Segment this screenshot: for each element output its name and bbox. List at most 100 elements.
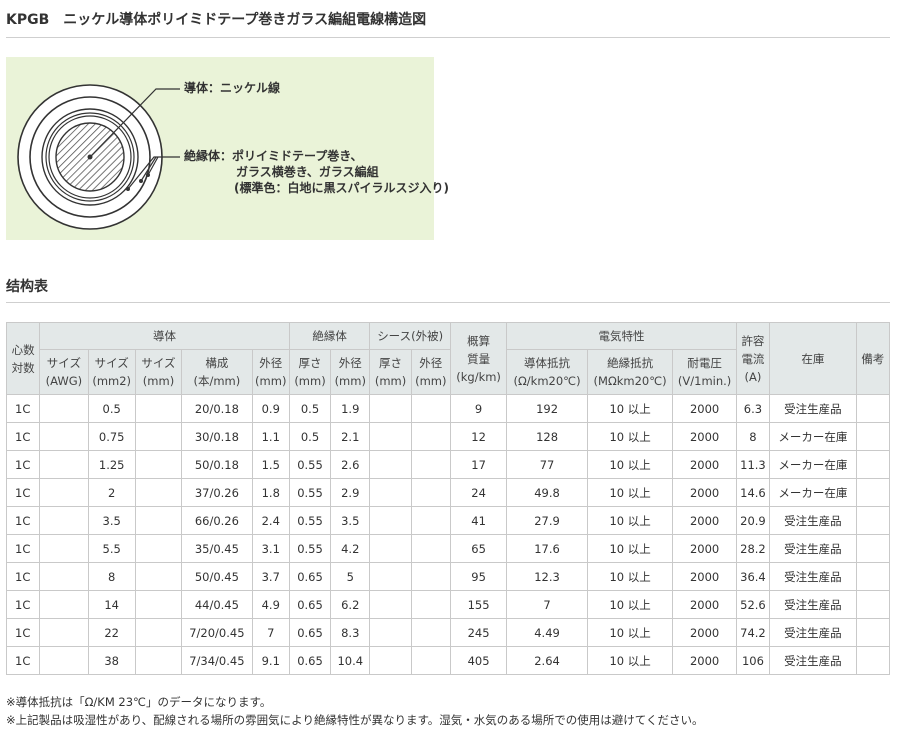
- cell-size-awg: [39, 506, 89, 535]
- header-current: 許容 電流 (A): [735, 322, 771, 395]
- header-electrical: 電気特性: [506, 322, 737, 350]
- cell-insulation-thickness: 0.65: [288, 562, 332, 591]
- cell-voltage: 2000: [672, 646, 737, 675]
- cell-conductor-od: 4.9: [251, 590, 290, 619]
- cell-conductor-od: 2.4: [251, 506, 290, 535]
- cell-sheath-thickness: [369, 506, 412, 535]
- header-weight: 概算 質量 (kg/km): [449, 322, 508, 395]
- cell-conductor-od: 3.1: [251, 534, 290, 563]
- cell-weight: 155: [449, 590, 508, 619]
- cell-size-mm: [134, 506, 183, 535]
- cell-insulation-thickness: 0.55: [288, 534, 332, 563]
- cell-size-mm2: 5.5: [87, 534, 136, 563]
- cell-weight: 245: [449, 618, 508, 647]
- cell-current: 106: [735, 646, 771, 675]
- cell-resistance: 17.6: [506, 534, 588, 563]
- cell-size-mm: [134, 450, 183, 479]
- cell-insulation-resistance: 10 以上: [586, 618, 674, 647]
- cell-composition: 7/20/0.45: [181, 618, 253, 647]
- cell-weight: 24: [449, 478, 508, 507]
- header-sheath: シース(外被): [369, 322, 451, 350]
- cell-resistance: 4.49: [506, 618, 588, 647]
- cell-insulation-od: 1.9: [330, 394, 371, 423]
- cell-sheath-thickness: [369, 478, 412, 507]
- cell-remarks: [855, 646, 891, 675]
- cell-current: 74.2: [735, 618, 771, 647]
- cell-composition: 7/34/0.45: [181, 646, 253, 675]
- cell-current: 36.4: [735, 562, 771, 591]
- cell-insulation-thickness: 0.55: [288, 506, 332, 535]
- table-row: 1C 2 37/0.26 1.8 0.55 2.9 24 49.8 10 以上 2000 14.6 メ…: [5, 478, 891, 507]
- header-conductor-od: 外径 (mm): [251, 349, 290, 395]
- cell-size-mm: [134, 646, 183, 675]
- cell-insulation-od: 2.9: [330, 478, 371, 507]
- spec-table: 心数 対数 導体 絶縁体 シース(外被) 概算 質量 (kg/km) 電気特性 …: [5, 322, 891, 675]
- cell-voltage: 2000: [672, 422, 737, 451]
- cell-size-mm: [134, 562, 183, 591]
- cell-sheath-thickness: [369, 618, 412, 647]
- insulation-label-line3: (標準色：白地に黒スパイラルスジ入り): [234, 181, 449, 195]
- table-row: 1C 8 50/0.45 3.7 0.65 5 95 12.3 10 以上 2000 36.4 受注生…: [5, 562, 891, 591]
- divider: [6, 37, 890, 38]
- cell-voltage: 2000: [672, 394, 737, 423]
- cell-insulation-thickness: 0.65: [288, 646, 332, 675]
- cell-conductor-od: 1.8: [251, 478, 290, 507]
- cell-cores: 1C: [5, 590, 41, 619]
- cell-cores: 1C: [5, 646, 41, 675]
- cell-resistance: 49.8: [506, 478, 588, 507]
- cell-resistance: 128: [506, 422, 588, 451]
- cell-weight: 17: [449, 450, 508, 479]
- cell-conductor-od: 7: [251, 618, 290, 647]
- cell-conductor-od: 3.7: [251, 562, 290, 591]
- cable-structure-figure: 導体：ニッケル線 絶縁体：ポリイミドテープ巻き、 ガラス横巻き、ガラス編組 (標…: [6, 57, 449, 240]
- cell-remarks: [855, 422, 891, 451]
- divider: [6, 302, 890, 303]
- cell-current: 28.2: [735, 534, 771, 563]
- cell-sheath-thickness: [369, 422, 412, 451]
- cell-insulation-resistance: 10 以上: [586, 478, 674, 507]
- cell-size-mm2: 22: [87, 618, 136, 647]
- cell-composition: 50/0.18: [181, 450, 253, 479]
- cell-weight: 95: [449, 562, 508, 591]
- cell-conductor-od: 1.1: [251, 422, 290, 451]
- cell-size-awg: [39, 394, 89, 423]
- cell-current: 11.3: [735, 450, 771, 479]
- cell-insulation-thickness: 0.55: [288, 450, 332, 479]
- cell-stock: 受注生産品: [769, 534, 857, 563]
- cell-sheath-thickness: [369, 450, 412, 479]
- header-remarks: 備考: [855, 322, 891, 395]
- cell-weight: 41: [449, 506, 508, 535]
- cell-sheath-od: [410, 590, 451, 619]
- cell-composition: 44/0.45: [181, 590, 253, 619]
- cell-size-awg: [39, 450, 89, 479]
- cell-insulation-od: 8.3: [330, 618, 371, 647]
- header-stock: 在庫: [769, 322, 857, 395]
- cell-insulation-resistance: 10 以上: [586, 590, 674, 619]
- cell-conductor-od: 0.9: [251, 394, 290, 423]
- cell-size-mm: [134, 422, 183, 451]
- cell-composition: 35/0.45: [181, 534, 253, 563]
- table-row: 1C 5.5 35/0.45 3.1 0.55 4.2 65 17.6 10 以上 2000 28.…: [5, 534, 891, 563]
- cell-cores: 1C: [5, 450, 41, 479]
- cell-resistance: 77: [506, 450, 588, 479]
- header-size-awg: サイズ (AWG): [39, 349, 89, 395]
- cell-size-awg: [39, 534, 89, 563]
- table-row: 1C 22 7/20/0.45 7 0.65 8.3 245 4.49 10 以上 2000 74.…: [5, 618, 891, 647]
- cell-insulation-resistance: 10 以上: [586, 646, 674, 675]
- cell-stock: 受注生産品: [769, 506, 857, 535]
- cell-sheath-od: [410, 506, 451, 535]
- cell-remarks: [855, 562, 891, 591]
- cell-composition: 20/0.18: [181, 394, 253, 423]
- cell-cores: 1C: [5, 478, 41, 507]
- insulation-label: 絶縁体：ポリイミドテープ巻き、: [184, 149, 363, 163]
- cell-remarks: [855, 506, 891, 535]
- cell-insulation-thickness: 0.65: [288, 590, 332, 619]
- cell-size-mm2: 1.25: [87, 450, 136, 479]
- page-title: KPGB ニッケル導体ポリイミドテープ巻きガラス編組電線構造図: [6, 12, 427, 28]
- cell-size-mm2: 2: [87, 478, 136, 507]
- cell-sheath-thickness: [369, 562, 412, 591]
- cell-remarks: [855, 618, 891, 647]
- cell-insulation-resistance: 10 以上: [586, 450, 674, 479]
- table-row: 1C 1.25 50/0.18 1.5 0.55 2.6 17 77 10 以上 2000 11.3…: [5, 450, 891, 479]
- cell-voltage: 2000: [672, 618, 737, 647]
